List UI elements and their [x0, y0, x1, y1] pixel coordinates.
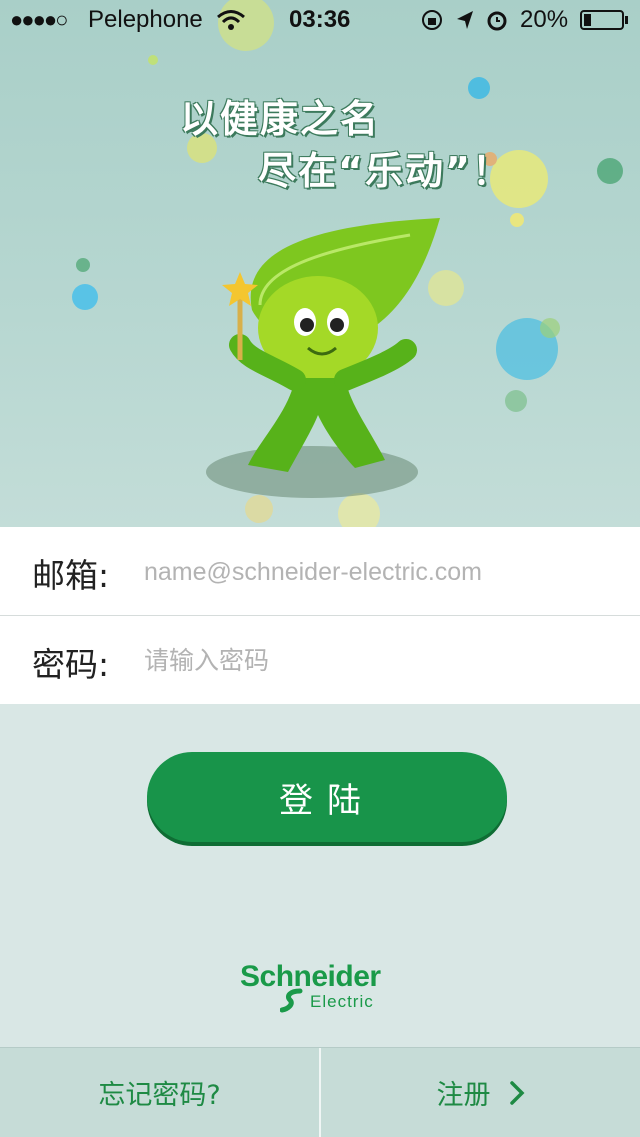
forgot-password-link[interactable]: 忘记密码?	[0, 1048, 319, 1137]
chevron-right-icon	[509, 1080, 524, 1105]
schneider-electric-logo: Schneider Electric	[240, 960, 410, 1015]
register-label: 注册	[436, 1080, 491, 1111]
brand-mark-icon	[280, 988, 303, 1013]
login-button[interactable]: 登陆	[147, 752, 507, 842]
wifi-icon	[217, 10, 245, 30]
battery-percent: 20%	[520, 6, 569, 33]
location-arrow-icon	[457, 11, 473, 29]
hero-banner: 以健康之名 尽在“乐动”！	[0, 0, 640, 527]
brand-sub: Electric	[310, 992, 374, 1011]
forgot-password-label: 忘记密码?	[98, 1080, 221, 1111]
password-label: 密码:	[32, 645, 110, 684]
carrier-name: Pelephone	[88, 6, 203, 33]
signal-icon: ●●●●○	[10, 7, 68, 32]
leaf-mascot-illustration	[206, 218, 440, 498]
battery-icon	[580, 10, 624, 30]
email-field[interactable]	[142, 547, 616, 597]
email-label: 邮箱:	[32, 556, 110, 595]
alarm-icon	[487, 11, 507, 31]
register-link[interactable]: 注册	[321, 1048, 640, 1137]
rotation-lock-icon	[422, 10, 442, 30]
status-time: 03:36	[289, 6, 351, 33]
brand-name: Schneider	[240, 960, 381, 993]
footer-bar: 忘记密码? 注册	[0, 1047, 640, 1137]
password-field[interactable]	[142, 636, 616, 686]
login-form: 邮箱: 密码:	[0, 527, 640, 704]
battery-cap	[625, 16, 628, 24]
slogan-line-2: 尽在“乐动”！	[258, 149, 512, 193]
status-bar: ●●●●○ Pelephone 03:36 20%	[0, 0, 640, 40]
slogan-line-1: 以健康之名	[180, 97, 381, 141]
